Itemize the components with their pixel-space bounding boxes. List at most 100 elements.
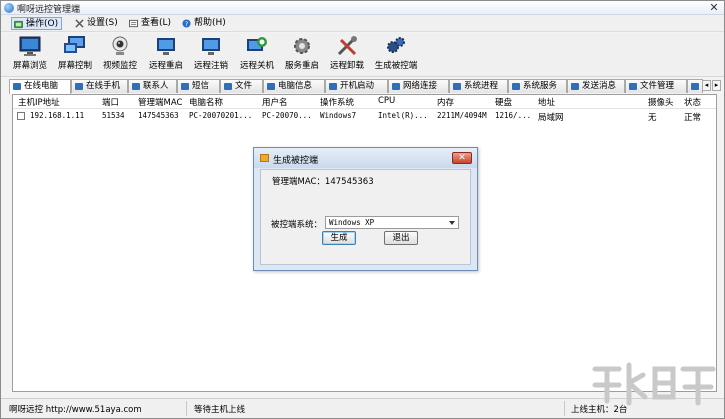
window-title: 啊呀远控管理端 [17,5,81,15]
cell-username: PC-20070... [262,111,312,120]
tab-file-manager-label: 文件管理 [640,81,675,91]
cell-os: Windows7 [320,111,357,120]
exit-button[interactable]: 退出 [384,231,418,245]
menu-operate[interactable]: 操作(O) [11,17,63,30]
status-message: 等待主机上线 [194,405,246,415]
process-icon [453,83,461,90]
file-manager-icon [629,83,637,90]
generate-button[interactable]: 生成 [322,231,356,245]
tab-file[interactable]: 文件 [220,79,263,93]
generate-client-dialog: 生成被控端 ✕ 管理端MAC：147545363 被控端系统： Windows … [253,147,478,271]
menu-view[interactable]: 查看(L) [127,17,174,30]
col-memory[interactable]: 内存 [437,96,454,108]
tool-remote-logoff[interactable]: 远程注销 [188,35,234,75]
menu-operate-label: 操作(O) [26,19,59,29]
tab-pc-info-label: 电脑信息 [278,81,313,91]
tab-send-message[interactable]: 发送消息 [567,79,625,93]
col-username[interactable]: 用户名 [262,96,288,108]
help-icon: ? [182,19,191,28]
table-header: 主机IP地址 端口 管理端MAC 电脑名称 用户名 操作系统 CPU 内存 硬盘… [13,95,716,109]
monitor-icon [19,36,41,56]
tab-online-pc-label: 在线电脑 [24,81,59,91]
col-os[interactable]: 操作系统 [320,96,354,108]
phone-icon [75,83,83,90]
cell-port: 51534 [102,111,125,120]
tab-sms[interactable]: 短信 [177,79,220,93]
message-icon [571,83,579,90]
row-checkbox[interactable] [17,112,25,120]
col-camera[interactable]: 摄像头 [648,96,674,108]
tab-process[interactable]: 系统进程 [449,79,508,93]
tab-online-pc[interactable]: 在线电脑 [9,79,71,94]
view-icon [129,19,138,28]
menu-view-label: 查看(L) [141,18,172,28]
sms-icon [181,83,189,90]
col-ip[interactable]: 主机IP地址 [18,96,60,108]
col-cpu[interactable]: CPU [378,96,395,106]
shutdown-icon [247,37,267,51]
menu-settings-label: 设置(S) [87,18,118,28]
menu-bar: 操作(O) 设置(S) 查看(L) ? 帮助(H) [1,15,724,32]
tab-pc-info[interactable]: 电脑信息 [263,79,325,93]
tab-online-phone[interactable]: 在线手机 [71,79,128,93]
online-pc-icon [13,83,21,90]
col-address[interactable]: 地址 [538,96,555,108]
dialog-title-bar[interactable]: 生成被控端 ✕ [254,148,477,168]
cell-ip: 192.168.1.11 [30,111,85,120]
col-port[interactable]: 端口 [102,96,119,108]
dialog-close-button[interactable]: ✕ [452,152,472,164]
tool-screen-control-label: 屏幕控制 [57,61,92,71]
tool-screen-control[interactable]: 屏幕控制 [52,35,98,75]
pc-info-icon [267,83,275,90]
cell-disk: 1216/... [495,111,532,120]
tab-scroll-right[interactable]: ▸ [712,80,721,91]
window-close-button[interactable]: ✕ [707,1,721,14]
operate-icon [14,20,23,29]
generate-client-icon [387,37,405,53]
tab-scroll-left[interactable]: ◂ [702,80,711,91]
tool-remote-restart-label: 远程重启 [148,61,183,71]
tab-startup[interactable]: 开机启动 [325,79,388,93]
screen-control-icon [64,36,85,53]
file-icon [224,83,232,90]
network-icon [392,83,400,90]
tool-generate-client[interactable]: 生成被控端 [371,35,421,75]
tab-network[interactable]: 网络连接 [388,79,449,93]
tool-screen-browse[interactable]: 屏幕浏览 [7,35,53,75]
cell-pc-name: PC-20070201... [189,111,253,120]
col-status[interactable]: 状态 [684,96,701,108]
tab-contacts[interactable]: 联系人 [128,79,177,93]
tool-screen-browse-label: 屏幕浏览 [12,61,47,71]
restart-icon [157,38,175,55]
tool-video-monitor[interactable]: 视频监控 [97,35,143,75]
chevron-down-icon [449,221,455,225]
tool-remote-shutdown-label: 远程关机 [239,61,274,71]
menu-help[interactable]: ? 帮助(H) [180,17,229,30]
logoff-icon [202,38,220,55]
dialog-window-icon [260,154,269,162]
tab-strip: 在线电脑 在线手机 联系人 短信 文件 电脑信息 开机启动 网络连接 系统进程 … [9,79,724,94]
cell-status: 正常 [684,113,702,123]
tab-overflow[interactable] [687,79,703,93]
col-pc-name[interactable]: 电脑名称 [189,96,223,108]
svg-text:?: ? [185,21,188,28]
site-watermark-logo [592,362,716,406]
tab-file-manager[interactable]: 文件管理 [625,79,687,93]
tab-sms-label: 短信 [192,81,210,91]
tool-service-restart[interactable]: 服务重启 [279,35,325,75]
table-row[interactable]: 192.168.1.11 51534 147545363 PC-20070201… [13,110,716,123]
tool-video-monitor-label: 视频监控 [102,61,137,71]
col-mac[interactable]: 管理端MAC [138,96,182,108]
os-label: 被控端系统： [271,220,323,230]
toolbar: 屏幕浏览 屏幕控制 视频监控 远程重启 远程注销 远程关机 服务重启 远程卸载 [1,33,724,77]
tool-remote-uninstall-label: 远程卸载 [329,61,364,71]
tool-remote-logoff-label: 远程注销 [193,61,228,71]
tool-remote-restart[interactable]: 远程重启 [143,35,189,75]
col-disk[interactable]: 硬盘 [495,96,512,108]
menu-settings[interactable]: 设置(S) [73,17,121,30]
tool-remote-shutdown[interactable]: 远程关机 [234,35,280,75]
os-select-value: Windows XP [329,218,375,227]
tool-remote-uninstall[interactable]: 远程卸载 [324,35,370,75]
os-select[interactable]: Windows XP [325,216,459,229]
tab-service[interactable]: 系统服务 [508,79,567,93]
